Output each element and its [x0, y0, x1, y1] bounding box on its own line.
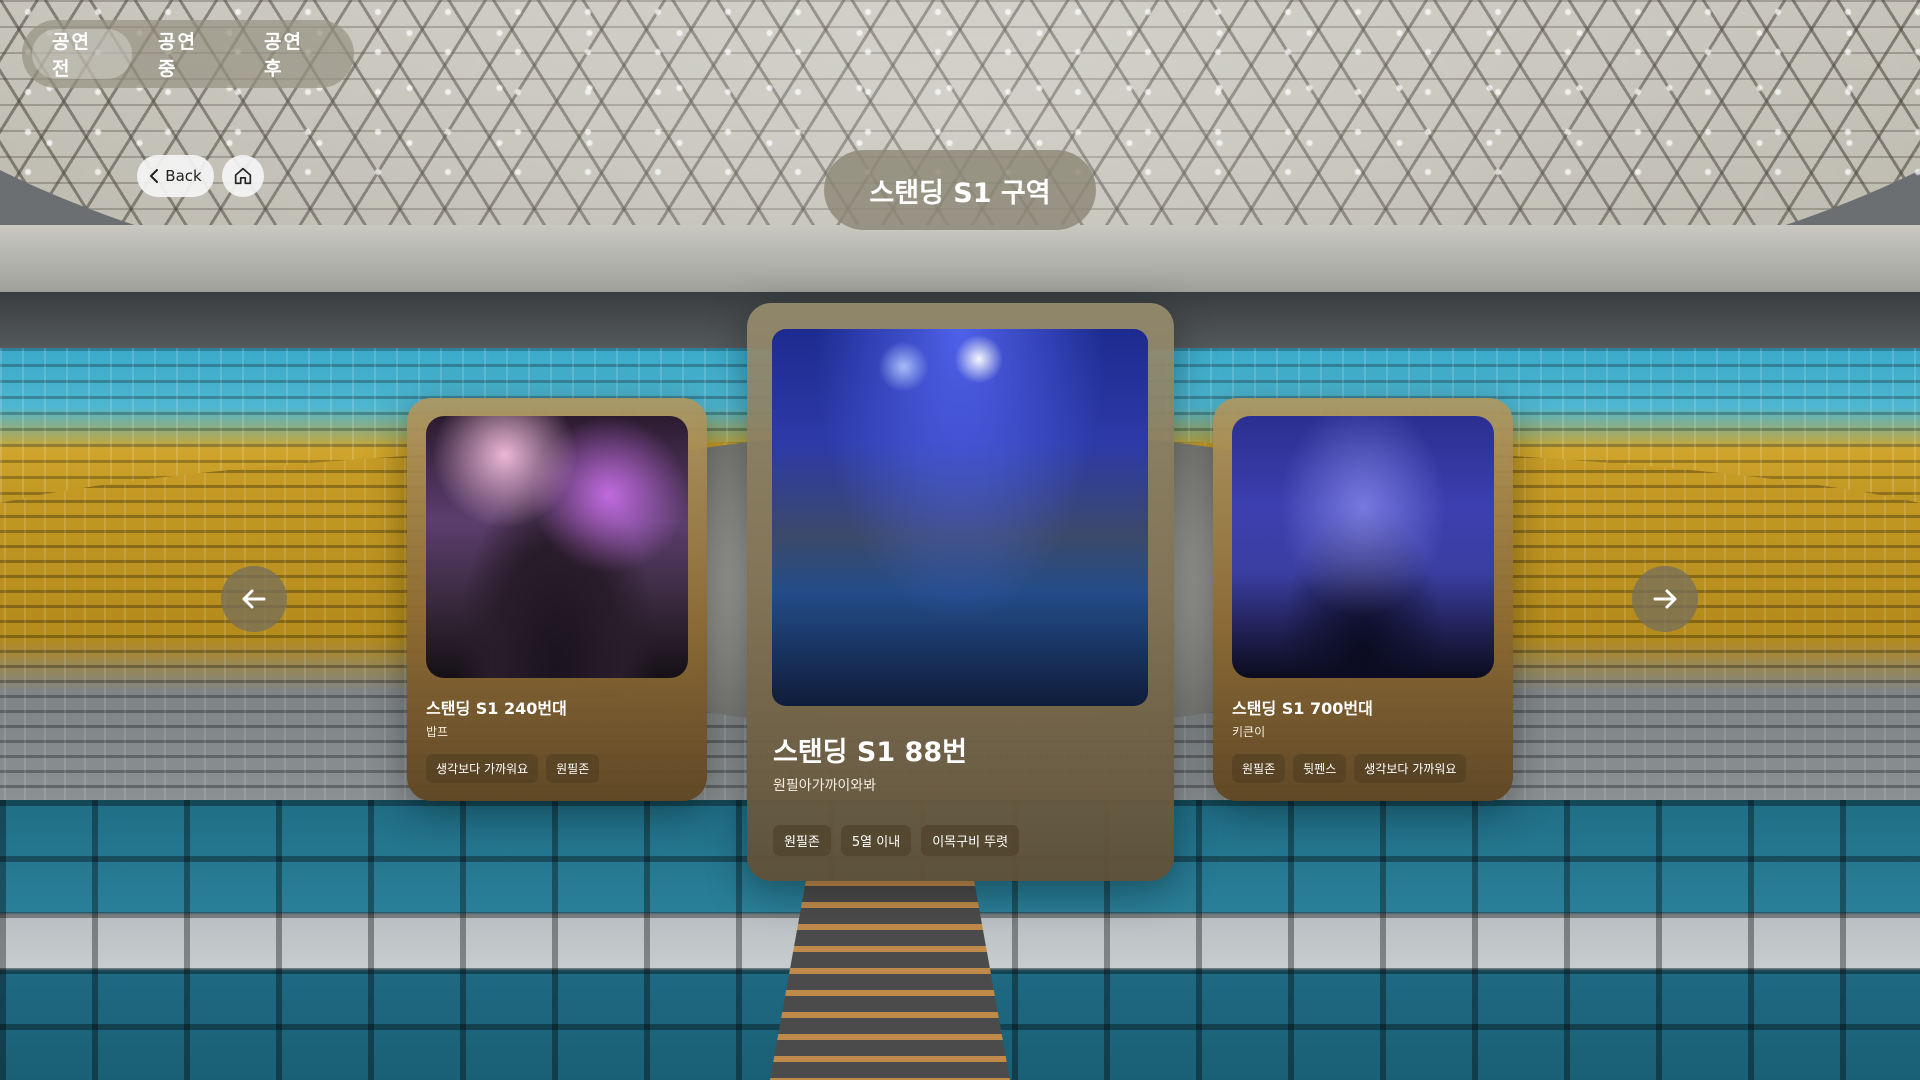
card-title: 스탠딩 S1 88번 — [773, 737, 967, 768]
back-button[interactable]: Back — [137, 155, 214, 197]
review-photo — [426, 416, 688, 678]
tag-chip: 원필존 — [1232, 754, 1286, 783]
review-card-right[interactable]: 스탠딩 S1 700번대 키큰이 원필존 뒷펜스 생각보다 가까워요 — [1213, 398, 1513, 801]
tag-chip: 이목구비 뚜렷 — [921, 825, 1020, 856]
chevron-left-icon — [150, 169, 159, 183]
card-author: 키큰이 — [1232, 725, 1266, 739]
tag-chip: 생각보다 가까워요 — [426, 754, 539, 783]
arrow-left-icon — [242, 589, 266, 609]
review-photo — [1232, 416, 1494, 678]
tab-before-show[interactable]: 공연 전 — [32, 29, 132, 80]
previous-card-button[interactable] — [221, 566, 287, 632]
tab-during-show[interactable]: 공연 중 — [138, 29, 238, 80]
card-title: 스탠딩 S1 700번대 — [1232, 699, 1373, 718]
home-icon — [234, 167, 252, 185]
tag-chip: 원필존 — [546, 754, 600, 783]
arena-wall — [0, 225, 1920, 295]
tag-list: 생각보다 가까워요 원필존 — [426, 754, 600, 783]
tag-list: 원필존 뒷펜스 생각보다 가까워요 — [1232, 754, 1467, 783]
card-author: 원필아가까이와봐 — [773, 778, 877, 794]
tag-chip: 생각보다 가까워요 — [1354, 754, 1467, 783]
phase-tab-bar: 공연 전 공연 중 공연 후 — [22, 20, 354, 88]
review-card-center[interactable]: 스탠딩 S1 88번 원필아가까이와봐 원필존 5열 이내 이목구비 뚜렷 — [747, 303, 1174, 881]
card-title: 스탠딩 S1 240번대 — [426, 699, 567, 718]
review-photo — [772, 329, 1148, 706]
tab-after-show[interactable]: 공연 후 — [244, 29, 344, 80]
tag-chip: 5열 이내 — [840, 825, 912, 856]
tag-chip: 원필존 — [773, 825, 831, 856]
home-button[interactable] — [222, 155, 264, 197]
arena-stairs — [770, 880, 1010, 1080]
back-button-label: Back — [165, 167, 202, 185]
card-author: 밥프 — [426, 725, 449, 739]
section-title: 스탠딩 S1 구역 — [824, 150, 1096, 230]
next-card-button[interactable] — [1632, 566, 1698, 632]
tag-list: 원필존 5열 이내 이목구비 뚜렷 — [773, 825, 1020, 856]
review-card-left[interactable]: 스탠딩 S1 240번대 밥프 생각보다 가까워요 원필존 — [407, 398, 707, 801]
arrow-right-icon — [1653, 589, 1677, 609]
tag-chip: 뒷펜스 — [1293, 754, 1347, 783]
